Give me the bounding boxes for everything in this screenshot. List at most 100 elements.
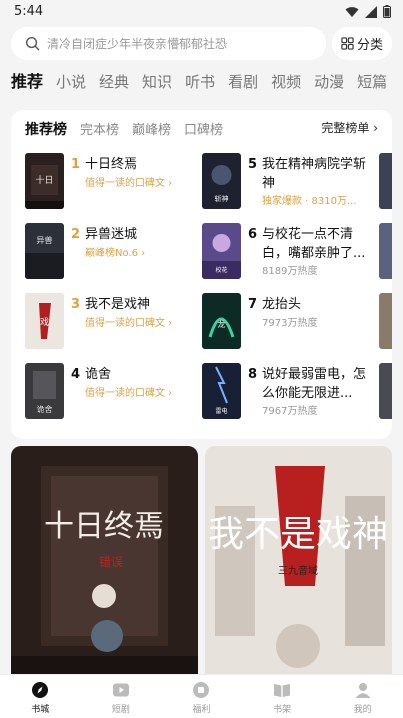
book-cover: 异兽 — [25, 223, 64, 279]
nav-welfare[interactable]: 福利 — [161, 675, 242, 718]
book-title: 诡舍 — [85, 367, 112, 382]
svg-text:斩神: 斩神 — [215, 194, 229, 203]
rank-number: 4 — [71, 367, 81, 382]
bottom-nav: 书城 短剧 福利 书架 我的 — [0, 674, 403, 718]
book-subtitle: 值得一读的口碑文 › — [85, 318, 173, 329]
svg-text:雷电: 雷电 — [215, 407, 227, 415]
rank-number: 1 — [71, 157, 81, 172]
svg-text:校花: 校花 — [215, 266, 227, 274]
rank-number: 3 — [71, 297, 81, 312]
book-subtitle: 7973万热度 — [262, 318, 318, 329]
ranking-tabs: 推荐榜 完本榜 巅峰榜 口碑榜 — [25, 119, 223, 139]
search-row: 清冷自闭症少年半夜亲懵郁郁社恐 分类 — [11, 27, 392, 60]
nav-label: 福利 — [192, 705, 211, 715]
book-cover: 雷电 — [202, 363, 241, 419]
search-placeholder: 清冷自闭症少年半夜亲懵郁郁社恐 — [47, 37, 228, 51]
feed-title: 我不是戏神 — [208, 514, 388, 555]
feed-card[interactable]: 我不是戏神 三九音域 — [205, 446, 392, 674]
book-title: 我在精神病院学斩神 — [262, 157, 367, 191]
book-item[interactable]: 异兽 2 异兽迷城 巅峰榜No.6 › — [25, 223, 205, 280]
book-item[interactable]: 戏 3 我不是戏神 值得一读的口碑文 › — [25, 293, 205, 350]
nav-profile[interactable]: 我的 — [322, 675, 403, 718]
svg-text:龙: 龙 — [218, 319, 226, 329]
book-cover-peek[interactable] — [379, 293, 392, 349]
grid-icon — [341, 37, 354, 50]
svg-text:异兽: 异兽 — [37, 235, 53, 245]
book-title: 龙抬头 — [262, 297, 302, 312]
tab-drama[interactable]: 看剧 — [228, 70, 258, 94]
book-title: 我不是戏神 — [85, 297, 151, 312]
rank-tab-peak[interactable]: 巅峰榜 — [132, 119, 171, 138]
status-icons — [345, 5, 391, 18]
rank-number: 6 — [248, 227, 258, 242]
feed-author: 三九音域 — [278, 564, 318, 577]
rank-tab-completed[interactable]: 完本榜 — [80, 119, 119, 138]
book-subtitle: 值得一读的口碑文 › — [85, 388, 173, 399]
book-cover: 龙 — [202, 293, 241, 349]
tab-classic[interactable]: 经典 — [99, 70, 129, 94]
book-item[interactable]: 诡舍 4 诡舍 值得一读的口碑文 › — [25, 363, 205, 420]
category-label: 分类 — [356, 38, 383, 53]
svg-text:诡舍: 诡舍 — [37, 404, 53, 414]
search-icon — [25, 36, 40, 51]
nav-bookstore[interactable]: 书城 — [0, 675, 81, 718]
tab-short[interactable]: 短篇 — [357, 70, 387, 94]
book-subtitle: 值得一读的口碑文 › — [85, 178, 173, 189]
nav-bookshelf[interactable]: 书架 — [242, 675, 323, 718]
svg-text:戏: 戏 — [40, 316, 49, 328]
category-button[interactable]: 分类 — [332, 27, 392, 60]
status-bar: 5:44 — [0, 0, 403, 24]
book-item[interactable]: 斩神 5 我在精神病院学斩神 独家爆款 · 8310万... — [202, 153, 382, 210]
book-title: 十日终焉 — [85, 157, 138, 172]
book-cover: 十日 — [25, 153, 64, 209]
rank-number: 8 — [248, 367, 258, 382]
book-item[interactable]: 十日 1 十日终焉 值得一读的口碑文 › — [25, 153, 205, 210]
book-cover-peek[interactable] — [379, 363, 392, 419]
book-subtitle: 独家爆款 · 8310万... — [262, 196, 357, 207]
book-item[interactable]: 校花 6 与校花一点不清白，嘴都亲肿了... 8189万热度 — [202, 223, 382, 280]
profile-icon — [355, 683, 371, 698]
tab-recommend[interactable]: 推荐 — [11, 70, 43, 94]
nav-label: 书架 — [273, 705, 292, 715]
tab-novel[interactable]: 小说 — [56, 70, 86, 94]
tab-anime[interactable]: 动漫 — [314, 70, 344, 94]
gift-icon — [193, 682, 210, 698]
book-cover-peek[interactable] — [379, 223, 392, 279]
wifi-icon — [345, 6, 359, 17]
book-cover: 诡舍 — [25, 363, 64, 419]
rank-tab-recommend[interactable]: 推荐榜 — [25, 119, 67, 139]
tab-video[interactable]: 视频 — [271, 70, 301, 94]
feed-tag: 错误 — [99, 555, 123, 569]
rank-tab-reputation[interactable]: 口碑榜 — [184, 119, 223, 138]
nav-label: 我的 — [353, 705, 372, 715]
book-feed: 十日终焉 错误 我不是戏神 三九音域 — [11, 446, 392, 674]
compass-icon — [32, 682, 49, 698]
book-title: 说好最弱雷电，怎么你能无限进... — [262, 367, 367, 401]
tab-knowledge[interactable]: 知识 — [142, 70, 172, 94]
book-title: 与校花一点不清白，嘴都亲肿了... — [262, 227, 366, 261]
ranking-card: 推荐榜 完本榜 巅峰榜 口碑榜 完整榜单 › 十日 1 十日终焉 值得一读的口碑… — [11, 110, 392, 439]
battery-icon — [383, 5, 391, 18]
nav-label: 短剧 — [111, 705, 130, 715]
feed-card[interactable]: 十日终焉 错误 — [11, 446, 198, 674]
book-cover: 斩神 — [202, 153, 241, 209]
channel-tabs: 推荐 小说 经典 知识 听书 看剧 视频 动漫 短篇 — [11, 70, 403, 96]
rank-number: 5 — [248, 157, 258, 172]
book-item[interactable]: 龙 7 龙抬头 7973万热度 — [202, 293, 382, 350]
book-item[interactable]: 雷电 8 说好最弱雷电，怎么你能无限进... 7967万热度 — [202, 363, 382, 420]
feed-title: 十日终焉 — [44, 509, 164, 544]
feed-cover-image: 我不是戏神 三九音域 — [205, 446, 392, 674]
nav-short-drama[interactable]: 短剧 — [81, 675, 162, 718]
feed-cover-image: 十日终焉 错误 — [11, 446, 198, 674]
book-subtitle: 7967万热度 — [262, 406, 318, 417]
svg-text:十日: 十日 — [35, 174, 53, 186]
search-input[interactable]: 清冷自闭症少年半夜亲懵郁郁社恐 — [11, 27, 326, 60]
tab-audiobook[interactable]: 听书 — [185, 70, 215, 94]
full-list-link[interactable]: 完整榜单 › — [321, 119, 378, 136]
rank-number: 7 — [248, 297, 258, 312]
rank-number: 2 — [71, 227, 81, 242]
book-cover-peek[interactable] — [379, 153, 392, 209]
book-subtitle: 8189万热度 — [262, 266, 318, 277]
book-title: 异兽迷城 — [85, 227, 138, 242]
status-time: 5:44 — [14, 4, 44, 19]
